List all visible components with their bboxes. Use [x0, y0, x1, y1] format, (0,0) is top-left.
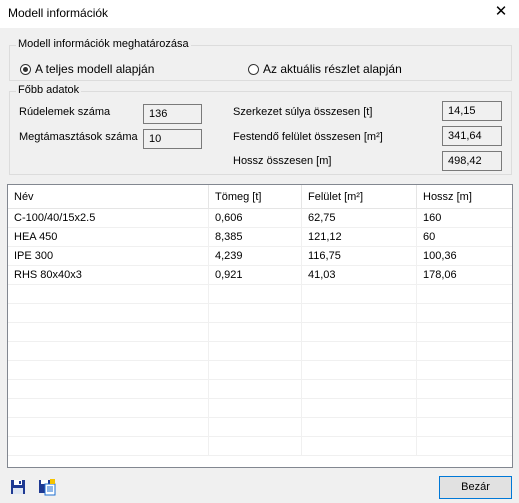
- cell-name: HEA 450: [8, 228, 209, 247]
- radio-current-part-indicator: [248, 63, 259, 75]
- cell-surface: 62,75: [302, 209, 417, 228]
- export-icon[interactable]: [38, 478, 56, 496]
- radio-whole-model[interactable]: A teljes modell alapján: [20, 62, 154, 76]
- beam-count-label: Rúdelemek száma: [19, 106, 111, 118]
- cell-length: [417, 304, 512, 323]
- radio-current-part[interactable]: Az aktuális részlet alapján: [248, 62, 402, 76]
- cell-surface: [302, 418, 417, 437]
- table-row[interactable]: RHS 80x40x3 0,921 41,03 178,06: [8, 266, 512, 285]
- cell-mass: 0,921: [209, 266, 302, 285]
- cell-surface: 41,03: [302, 266, 417, 285]
- cell-name: [8, 399, 209, 418]
- cell-name: [8, 380, 209, 399]
- column-header-surface[interactable]: Felület [m²]: [302, 185, 417, 209]
- cell-surface: [302, 304, 417, 323]
- total-length-label: Hossz összesen [m]: [233, 155, 332, 167]
- cell-surface: [302, 342, 417, 361]
- weight-value: 14,15: [442, 101, 502, 121]
- radio-current-part-label: Az aktuális részlet alapján: [263, 62, 402, 76]
- definition-group-legend: Modell információk meghatározása: [16, 38, 191, 50]
- window-title: Modell információk: [8, 6, 109, 20]
- save-icon[interactable]: [10, 479, 26, 495]
- cell-mass: [209, 380, 302, 399]
- cell-length: [417, 399, 512, 418]
- cell-mass: [209, 361, 302, 380]
- cell-surface: [302, 323, 417, 342]
- cell-mass: [209, 304, 302, 323]
- cell-length: 178,06: [423, 269, 457, 281]
- support-count-label: Megtámasztások száma: [19, 131, 138, 143]
- weight-label: Szerkezet súlya összesen [t]: [233, 106, 373, 118]
- column-header-name[interactable]: Név: [8, 185, 209, 209]
- cell-surface: 116,75: [302, 247, 417, 266]
- cell-mass: [209, 399, 302, 418]
- cell-mass: 4,239: [209, 247, 302, 266]
- cell-name: [8, 285, 209, 304]
- cell-surface: [302, 285, 417, 304]
- empty-table-row[interactable]: [8, 399, 512, 418]
- support-count-value: 10: [143, 129, 202, 149]
- cell-mass: [209, 285, 302, 304]
- empty-table-row[interactable]: [8, 437, 512, 456]
- cell-mass: [209, 323, 302, 342]
- empty-table-row[interactable]: [8, 418, 512, 437]
- title-bar: Modell információk ✕: [0, 0, 519, 28]
- empty-table-row[interactable]: [8, 304, 512, 323]
- cell-name: [8, 361, 209, 380]
- paint-surface-label: Festendő felület összesen [m²]: [233, 131, 383, 143]
- cell-length: [417, 418, 512, 437]
- cell-length: [417, 380, 512, 399]
- table-row[interactable]: IPE 300 4,239 116,75 100,36: [8, 247, 512, 266]
- close-button[interactable]: Bezár: [439, 476, 512, 499]
- cell-name: [8, 323, 209, 342]
- cell-name: [8, 437, 209, 456]
- close-icon[interactable]: ✕: [493, 4, 509, 20]
- cell-name: [8, 304, 209, 323]
- empty-table-row[interactable]: [8, 285, 512, 304]
- cell-name: RHS 80x40x3: [8, 266, 209, 285]
- cell-name: IPE 300: [8, 247, 209, 266]
- main-data-group-legend: Főbb adatok: [16, 84, 82, 96]
- table-row[interactable]: C-100/40/15x2.5 0,606 62,75 160: [8, 209, 512, 228]
- cell-mass: 8,385: [209, 228, 302, 247]
- cell-length: [417, 342, 512, 361]
- cell-surface: [302, 437, 417, 456]
- cell-length: [417, 361, 512, 380]
- cell-mass: [209, 418, 302, 437]
- cell-name: [8, 342, 209, 361]
- cell-length: [417, 323, 512, 342]
- paint-surface-value: 341,64: [442, 126, 502, 146]
- table-header: Név Tömeg [t] Felület [m²] Hossz [m]: [8, 185, 512, 209]
- profile-table[interactable]: Név Tömeg [t] Felület [m²] Hossz [m] C-1…: [7, 184, 513, 468]
- empty-table-row[interactable]: [8, 361, 512, 380]
- beam-count-value: 136: [143, 104, 202, 124]
- cell-mass: 0,606: [209, 209, 302, 228]
- cell-length: [417, 437, 512, 456]
- cell-surface: 121,12: [302, 228, 417, 247]
- cell-name: [8, 418, 209, 437]
- cell-surface: [302, 361, 417, 380]
- cell-length: 160: [423, 212, 442, 224]
- cell-surface: [302, 380, 417, 399]
- table-row[interactable]: HEA 450 8,385 121,12 60: [8, 228, 512, 247]
- cell-name: C-100/40/15x2.5: [8, 209, 209, 228]
- cell-length: 60: [423, 231, 436, 243]
- radio-whole-model-indicator: [20, 63, 31, 75]
- cell-length: 100,36: [423, 250, 457, 262]
- total-length-value: 498,42: [442, 151, 502, 171]
- cell-mass: [209, 342, 302, 361]
- column-header-mass[interactable]: Tömeg [t]: [209, 185, 302, 209]
- column-header-length[interactable]: Hossz [m]: [417, 185, 512, 209]
- empty-table-row[interactable]: [8, 380, 512, 399]
- empty-table-row[interactable]: [8, 342, 512, 361]
- cell-mass: [209, 437, 302, 456]
- radio-whole-model-label: A teljes modell alapján: [35, 62, 155, 76]
- cell-length: [417, 285, 512, 304]
- cell-surface: [302, 399, 417, 418]
- empty-table-row[interactable]: [8, 323, 512, 342]
